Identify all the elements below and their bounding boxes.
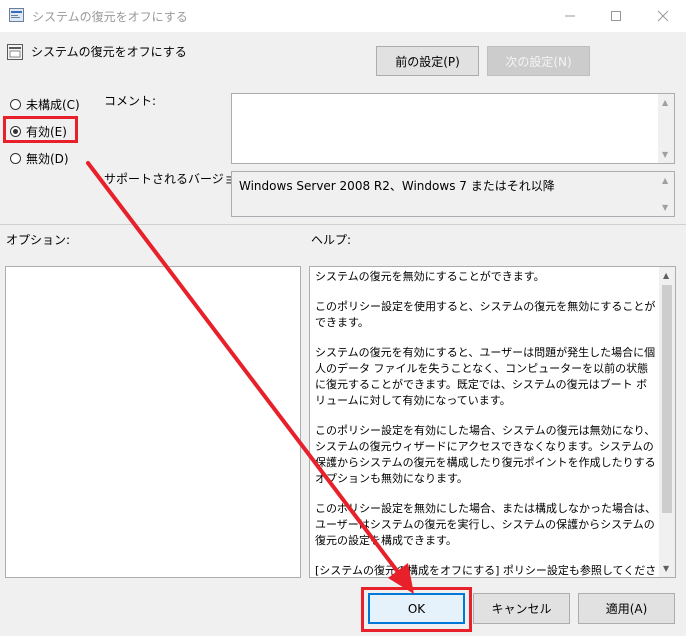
annotation-arrow <box>86 161 414 594</box>
